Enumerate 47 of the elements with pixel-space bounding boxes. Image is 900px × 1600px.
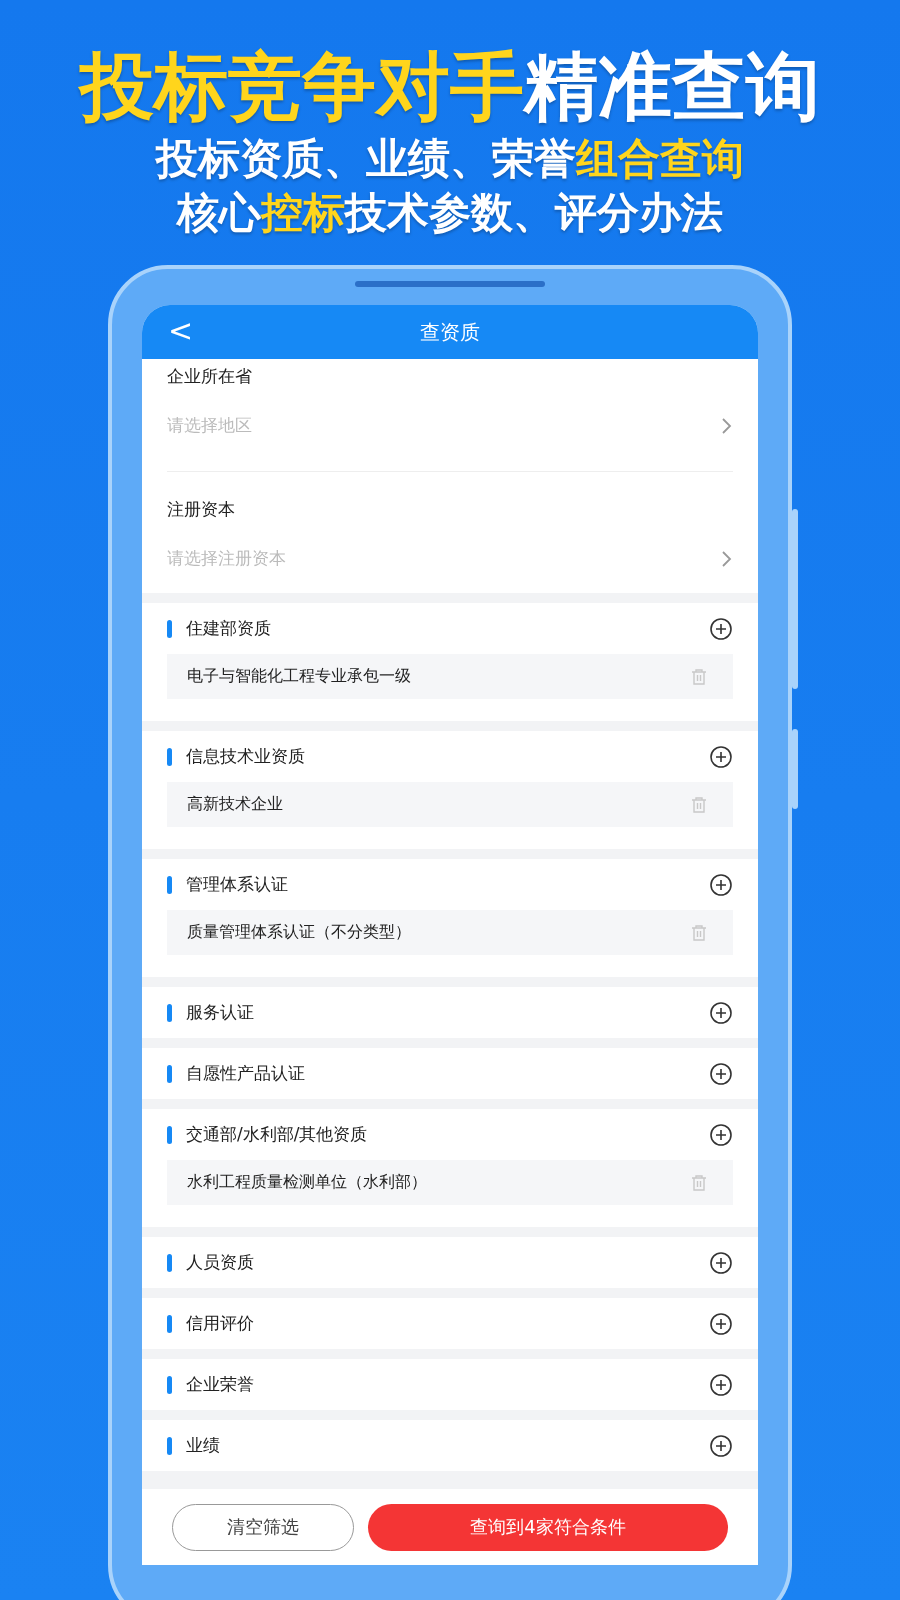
add-icon[interactable] — [709, 1372, 733, 1397]
item-text: 质量管理体系认证（不分类型） — [187, 922, 411, 943]
add-icon[interactable] — [709, 1311, 733, 1336]
accent-bar — [167, 1064, 172, 1083]
headline-text: 投标竞争对手精准查询 — [80, 42, 820, 131]
accent-bar — [167, 619, 172, 638]
headline-text: 投标资质、业绩、荣誉组合查询 — [156, 133, 744, 185]
add-icon[interactable] — [709, 616, 733, 641]
section-title: 人员资质 — [186, 1251, 255, 1274]
accent-bar — [167, 1436, 172, 1455]
section-title: 管理体系认证 — [186, 873, 289, 896]
add-icon[interactable] — [709, 1000, 733, 1025]
accent-bar — [167, 1253, 172, 1272]
section-title: 信用评价 — [186, 1312, 255, 1335]
item-text: 高新技术企业 — [187, 794, 283, 815]
accent-bar — [167, 1314, 172, 1333]
add-icon[interactable] — [709, 744, 733, 769]
item-text: 电子与智能化工程专业承包一级 — [187, 666, 411, 687]
accent-bar — [167, 875, 172, 894]
field-label: 注册资本 — [167, 498, 235, 521]
page-title: 查资质 — [419, 318, 481, 346]
picker-field[interactable]: 请选择注册资本 — [167, 547, 733, 570]
accent-bar — [167, 1003, 172, 1022]
section-title: 自愿性产品认证 — [186, 1062, 306, 1085]
add-icon[interactable] — [709, 872, 733, 897]
accent-bar — [167, 747, 172, 766]
search-results-button[interactable]: 查询到4家符合条件 — [368, 1503, 728, 1551]
back-button[interactable]: < — [162, 313, 200, 349]
section-title: 信息技术业资质 — [186, 745, 306, 768]
section-title: 住建部资质 — [186, 617, 272, 640]
chevron-right-icon[interactable] — [721, 548, 733, 569]
section-title: 交通部/水利部/其他资质 — [186, 1123, 369, 1146]
section-title: 业绩 — [186, 1434, 221, 1457]
add-icon[interactable] — [709, 1061, 733, 1086]
section-title: 企业荣誉 — [186, 1373, 255, 1396]
headline-text: 核心控标技术参数、评分办法 — [177, 187, 723, 239]
clear-filter-button[interactable]: 清空筛选 — [172, 1503, 354, 1551]
accent-bar — [167, 1375, 172, 1394]
add-icon[interactable] — [709, 1433, 733, 1458]
add-icon[interactable] — [709, 1122, 733, 1147]
accent-bar — [167, 1125, 172, 1144]
field-label: 企业所在省 — [167, 365, 252, 388]
section-title: 服务认证 — [186, 1001, 255, 1024]
picker-field[interactable]: 请选择地区 — [167, 414, 733, 437]
chevron-right-icon[interactable] — [721, 415, 733, 436]
item-text: 水利工程质量检测单位（水利部） — [187, 1172, 427, 1193]
add-icon[interactable] — [709, 1250, 733, 1275]
